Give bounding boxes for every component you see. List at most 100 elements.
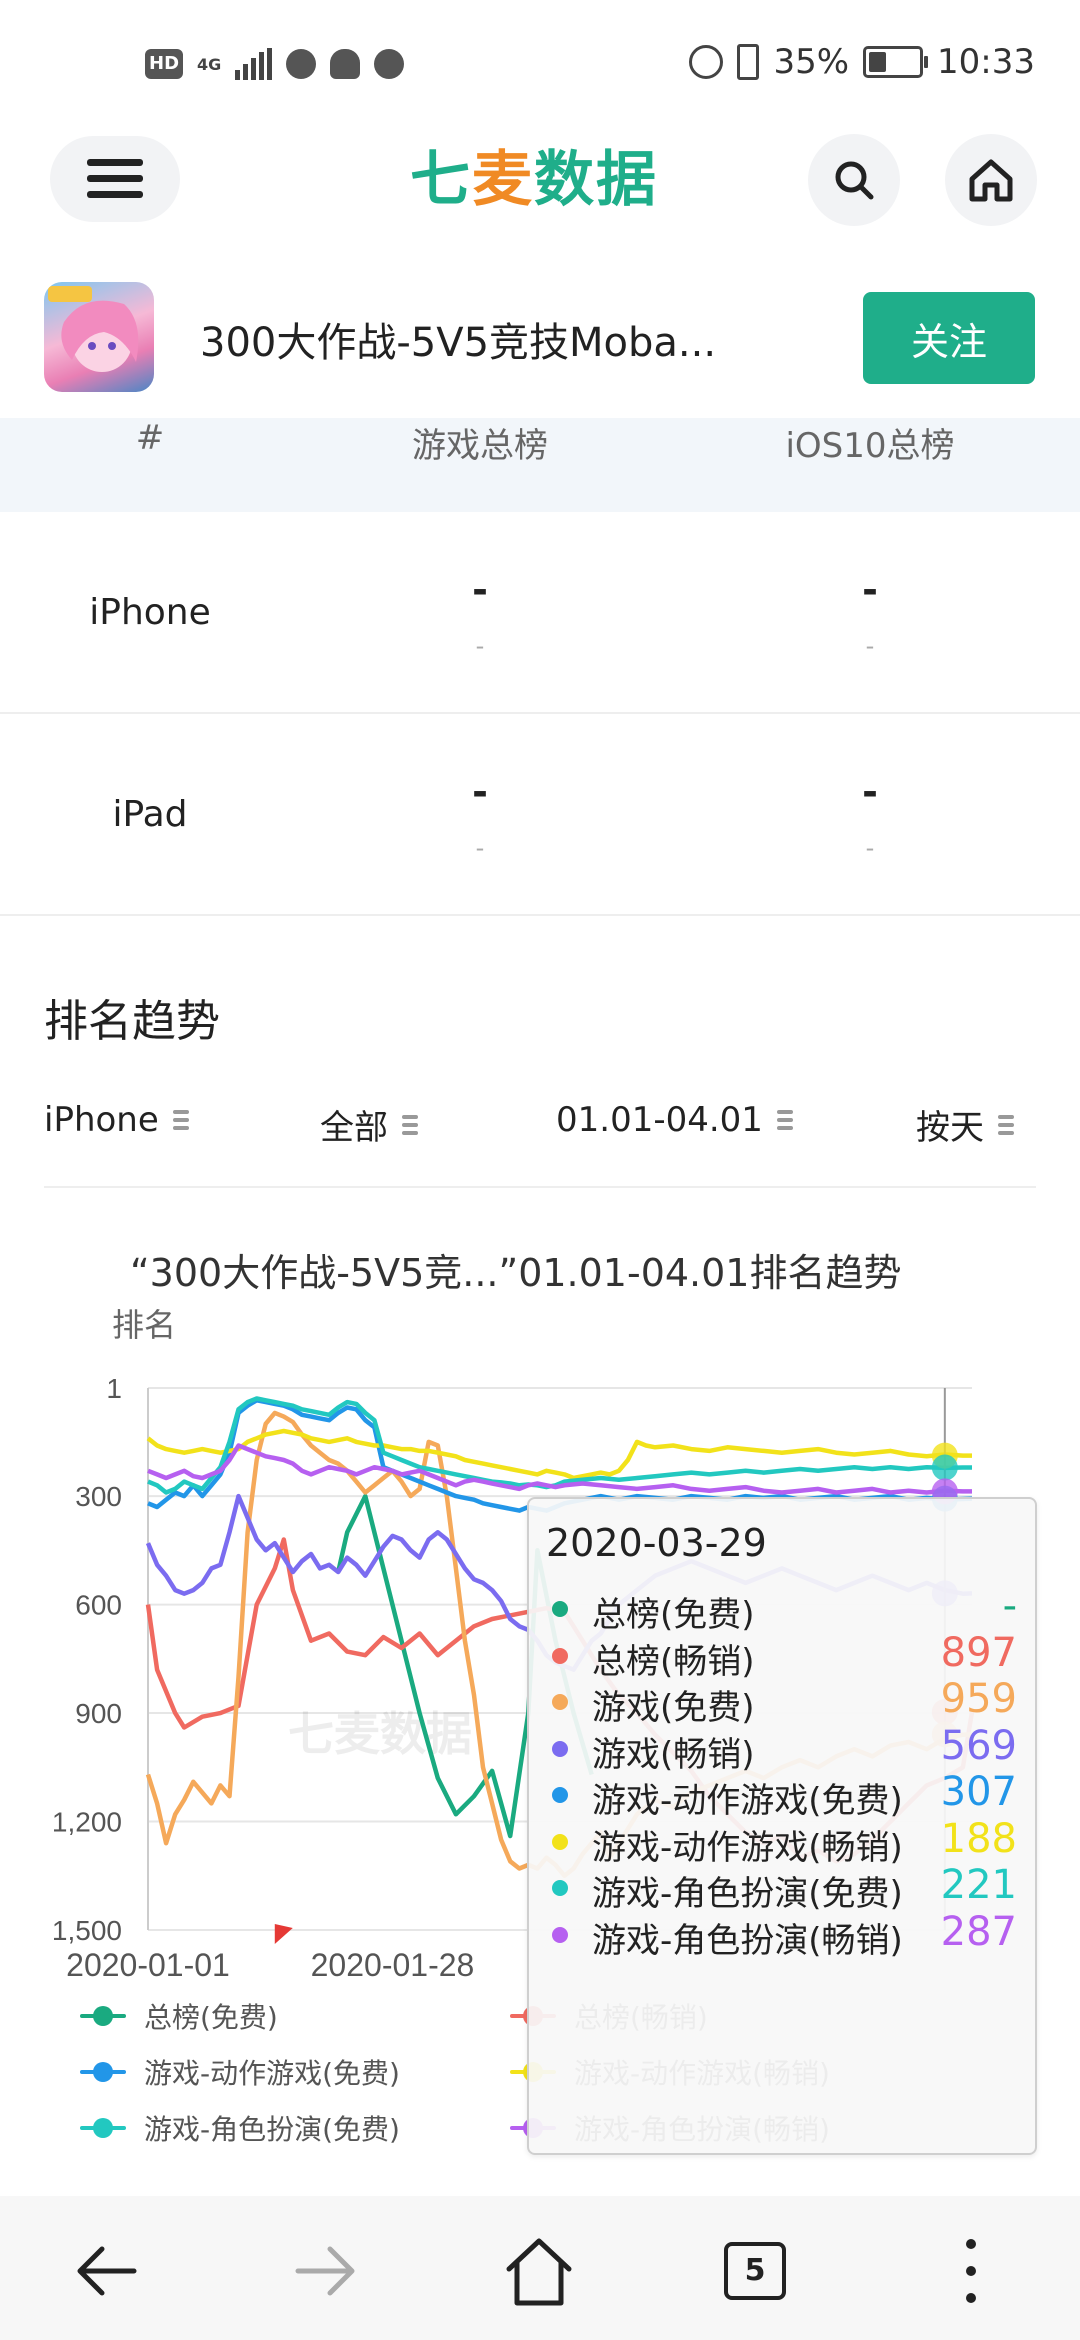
series-dot-icon xyxy=(552,1740,568,1757)
legend-marker-icon xyxy=(80,2118,126,2138)
more-button[interactable] xyxy=(926,2226,1016,2316)
chart-y-axis-label: 排名 xyxy=(112,1306,177,1344)
x-tick-label: 2020-01-28 xyxy=(311,1947,475,1983)
y-tick-label: 1,200 xyxy=(52,1807,122,1838)
alarm-icon xyxy=(689,45,724,79)
brand-logo[interactable]: 七麦数据 xyxy=(410,140,690,220)
status-bar: HD 4G 35% 10:33 xyxy=(0,0,1080,130)
series-dot-icon xyxy=(552,1926,568,1943)
home-icon xyxy=(969,159,1013,202)
tooltip-series-value: 959 xyxy=(940,1676,1017,1722)
chart-watermark: 七麦数据 xyxy=(288,1707,472,1761)
dropdown-lines-icon xyxy=(402,1114,418,1135)
status-right: 35% 10:33 xyxy=(689,42,1035,82)
table-row: iPad - - - - xyxy=(0,714,1080,916)
device-label: iPhone xyxy=(89,592,211,633)
tooltip-series-value: 569 xyxy=(940,1722,1017,1769)
rank-change: - xyxy=(475,834,485,862)
tooltip-series-value: 221 xyxy=(940,1862,1017,1908)
filter-label: 全部 xyxy=(320,1108,388,1148)
col-header-index: # xyxy=(135,418,165,458)
search-button[interactable] xyxy=(808,134,900,226)
brand-right: 数据 xyxy=(534,145,658,215)
tooltip-series-value: 188 xyxy=(940,1815,1017,1862)
app-title: 300大作战-5V5竞技Moba... xyxy=(200,320,717,366)
rank-value: - xyxy=(862,770,878,814)
rank-change: - xyxy=(865,632,875,660)
series-dot-icon xyxy=(552,1601,568,1617)
tooltip-series-value: 307 xyxy=(940,1769,1017,1815)
filter-category[interactable]: 全部 xyxy=(320,1100,418,1149)
app-icon[interactable] xyxy=(44,282,154,392)
hd-icon: HD xyxy=(145,49,184,79)
menu-button[interactable] xyxy=(50,136,180,222)
legend-marker-icon xyxy=(80,2062,126,2082)
home-button[interactable] xyxy=(945,134,1037,226)
clock: 10:33 xyxy=(937,42,1035,82)
dropdown-lines-icon xyxy=(776,1110,793,1130)
tooltip-date: 2020-03-29 xyxy=(546,1521,767,1565)
tooltip-row: 游戏-角色扮演(畅销) 287 xyxy=(546,1907,1031,1963)
battery-percent: 35% xyxy=(773,42,850,82)
tooltip-series-value: 897 xyxy=(940,1629,1017,1676)
status-left-icons: HD 4G xyxy=(145,48,405,80)
search-icon xyxy=(835,161,874,200)
y-tick-label: 600 xyxy=(75,1590,122,1621)
tooltip-series-name: 游戏-角色扮演(畅销) xyxy=(592,1920,903,1961)
dropdown-lines-icon xyxy=(172,1110,189,1130)
filter-granularity[interactable]: 按天 xyxy=(916,1100,1014,1149)
legend-label: 游戏-角色扮演(免费) xyxy=(144,2113,400,2146)
rank-change: - xyxy=(475,632,485,660)
legend-label: 游戏-动作游戏(免费) xyxy=(144,2057,400,2090)
series-dot-icon xyxy=(552,1694,568,1710)
rank-value: - xyxy=(472,568,488,612)
tooltip-series-value: - xyxy=(1002,1583,1017,1629)
series-dot-icon xyxy=(552,1787,568,1803)
home-outline-icon xyxy=(506,2238,572,2306)
series-dot-icon xyxy=(552,1647,568,1664)
series-line xyxy=(147,1396,972,1495)
legend-item[interactable]: 游戏-动作游戏(免费) xyxy=(80,2052,400,2092)
col-header-game-total: 游戏总榜 xyxy=(412,426,548,466)
table-row: iPhone - - - - xyxy=(0,512,1080,714)
rank-table-header: # 游戏总榜 iOS10总榜 xyxy=(0,418,1080,512)
wechat-icon xyxy=(286,49,317,79)
vibrate-icon xyxy=(737,44,760,80)
x-tick-label: 2020-01-01 xyxy=(66,1947,230,1983)
hover-point xyxy=(931,1454,958,1481)
qq-icon xyxy=(330,49,361,79)
home-nav-button[interactable] xyxy=(494,2226,584,2316)
event-flag-icon[interactable] xyxy=(274,1924,293,1944)
chart-title: “300大作战-5V5竞...”01.01-04.01排名趋势 xyxy=(130,1251,902,1295)
app-artwork-icon xyxy=(48,286,139,372)
forward-arrow-icon xyxy=(295,2246,355,2296)
col-header-ios10-total: iOS10总榜 xyxy=(785,426,955,466)
legend-item[interactable]: 总榜(免费) xyxy=(80,1996,278,2036)
filter-label: 01.01-04.01 xyxy=(556,1100,763,1140)
signal-icon xyxy=(235,48,273,80)
filter-label: iPhone xyxy=(44,1100,159,1140)
shield-icon xyxy=(374,49,405,79)
divider xyxy=(44,1186,1036,1188)
battery-icon xyxy=(863,46,929,78)
filter-device[interactable]: iPhone xyxy=(44,1100,189,1140)
back-arrow-icon xyxy=(77,2246,137,2296)
chart-tooltip: 2020-03-29 总榜(免费) - 总榜(畅销) 897 游戏(免费) 959 游戏(畅… xyxy=(527,1497,1037,2155)
filter-date-range[interactable]: 01.01-04.01 xyxy=(556,1100,793,1140)
filter-label: 按天 xyxy=(916,1108,984,1148)
forward-button[interactable] xyxy=(280,2226,370,2316)
more-vertical-icon xyxy=(966,2239,976,2303)
tooltip-series-value: 287 xyxy=(940,1908,1017,1955)
y-tick-label: 900 xyxy=(75,1698,122,1729)
y-tick-label: 300 xyxy=(75,1481,122,1512)
tabs-count: 5 xyxy=(724,2242,786,2300)
dropdown-lines-icon xyxy=(998,1114,1014,1135)
rank-change: - xyxy=(865,834,875,862)
follow-button[interactable]: 关注 xyxy=(863,292,1035,384)
tabs-button[interactable]: 5 xyxy=(710,2226,800,2316)
back-button[interactable] xyxy=(62,2226,152,2316)
device-label: iPad xyxy=(112,794,188,835)
network-4g-icon: 4G xyxy=(197,54,222,74)
legend-marker-icon xyxy=(80,2006,126,2026)
legend-item[interactable]: 游戏-角色扮演(免费) xyxy=(80,2108,400,2148)
